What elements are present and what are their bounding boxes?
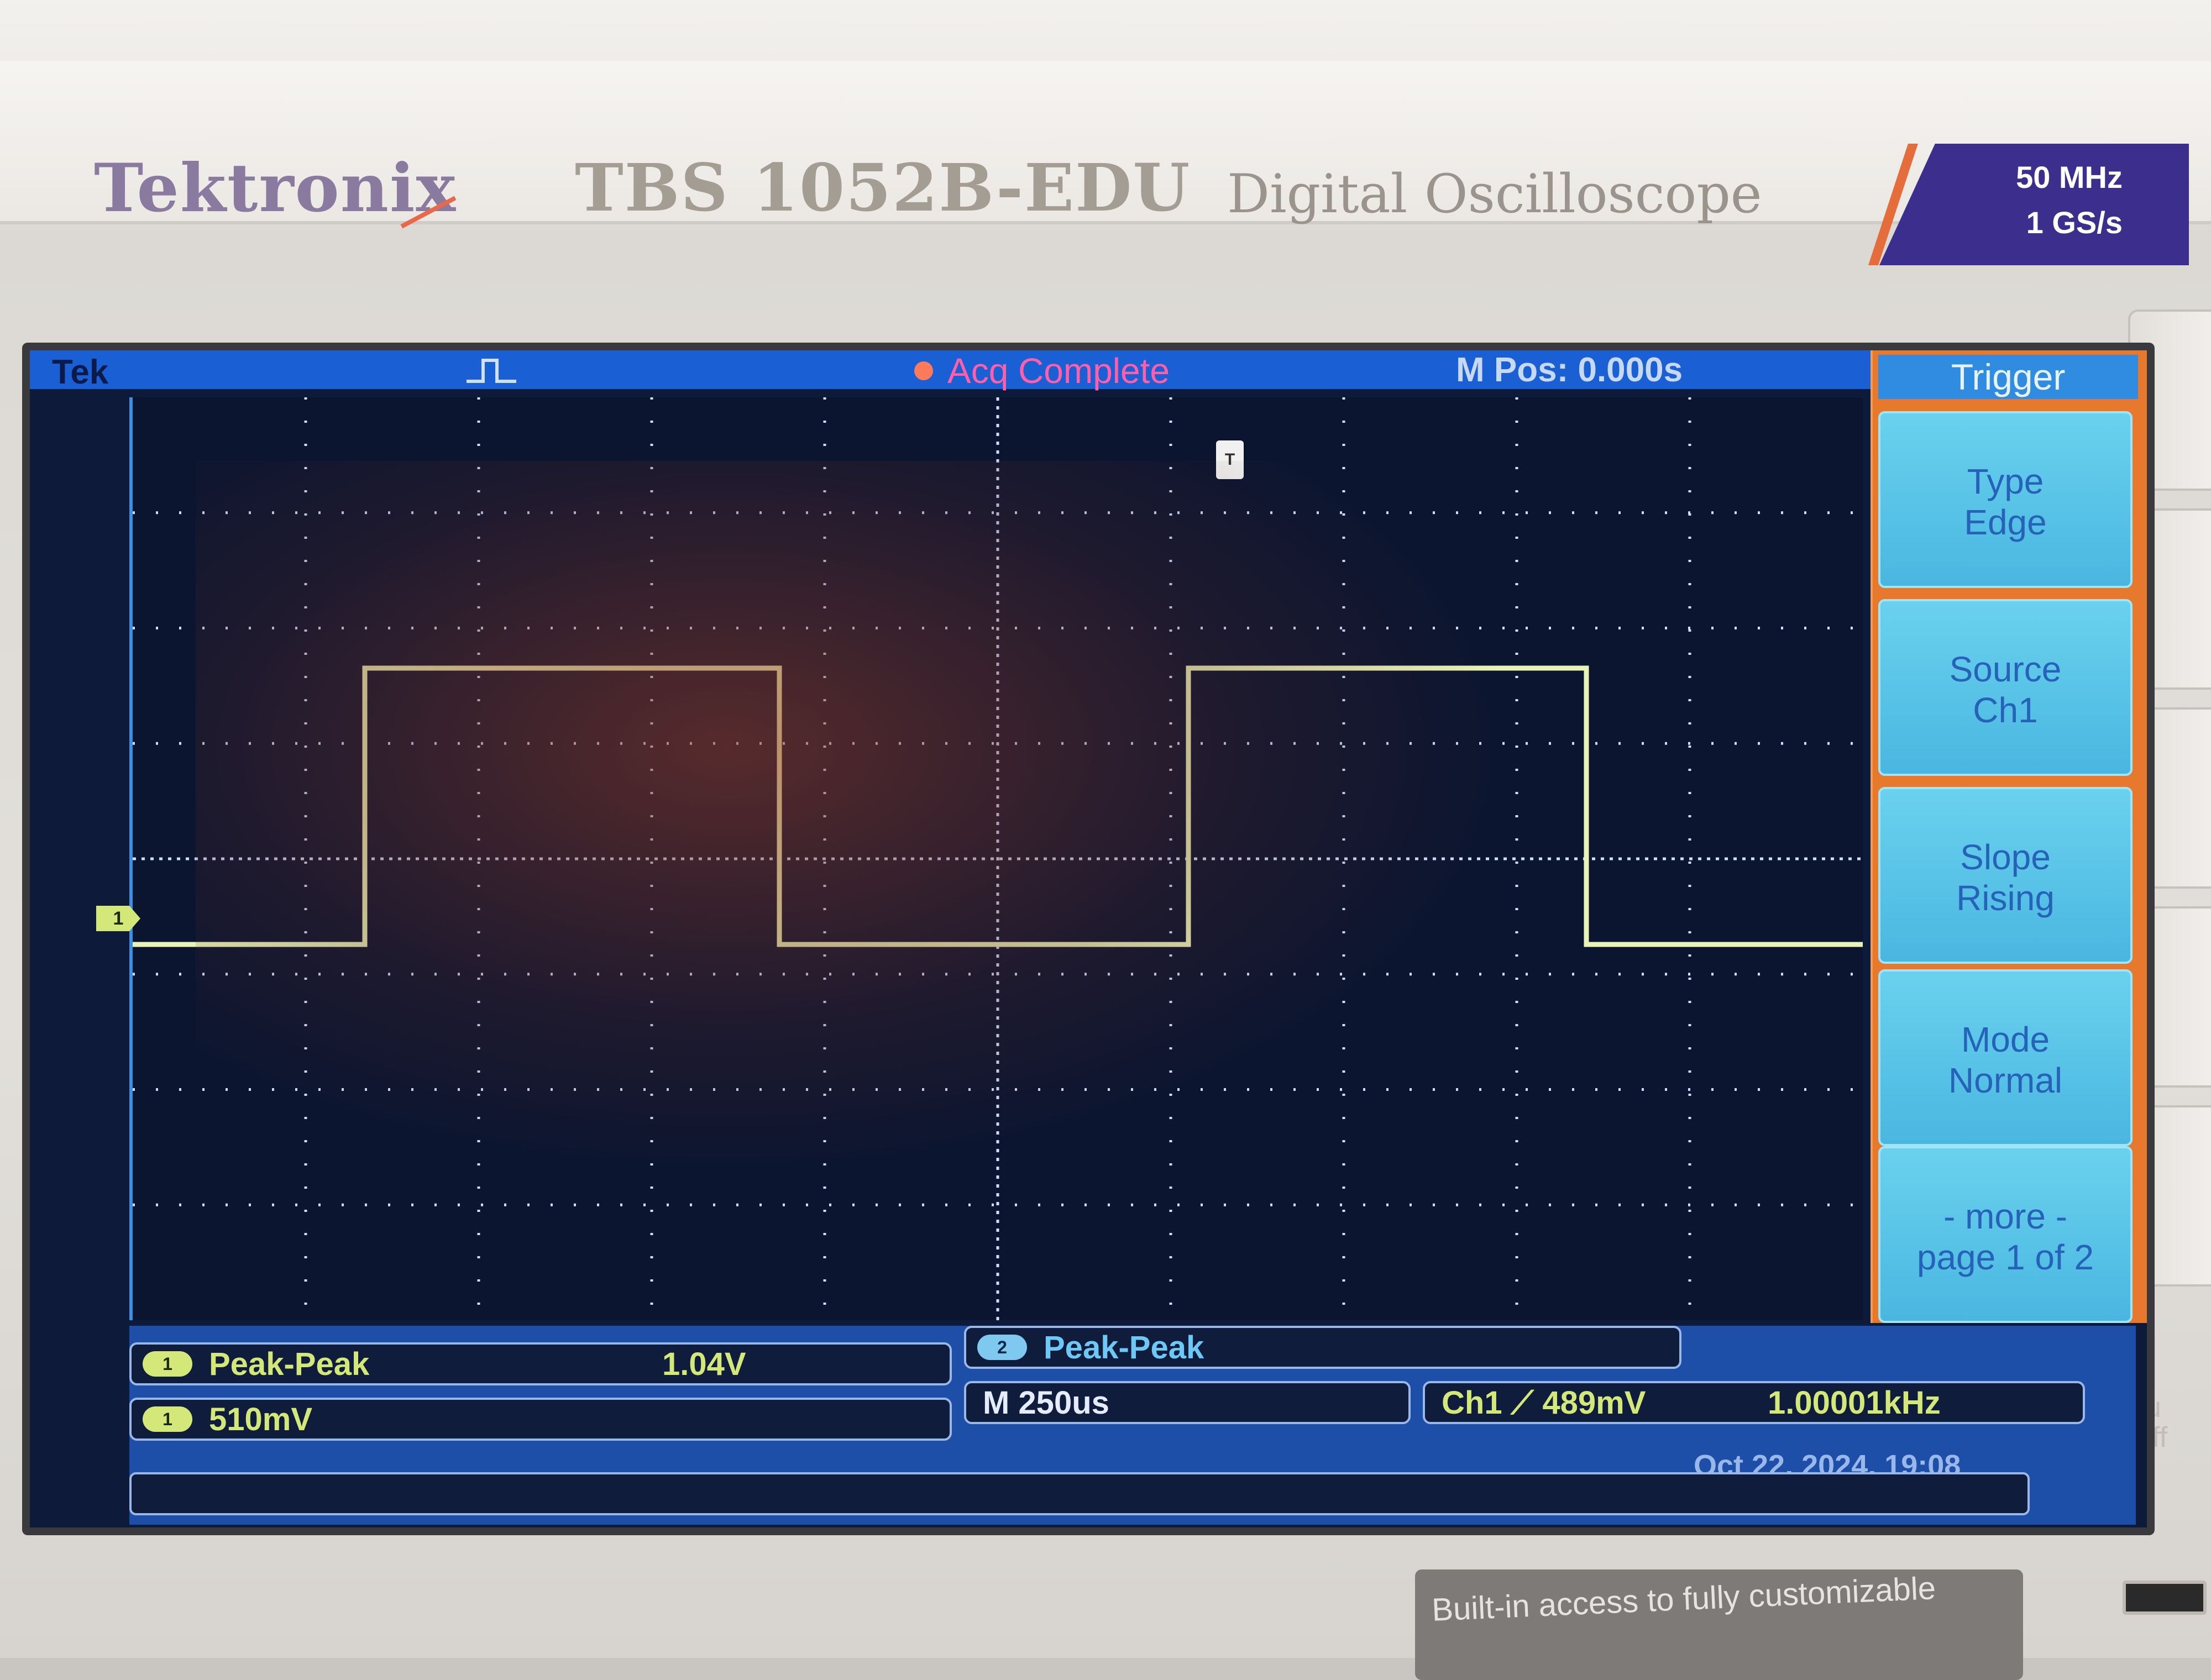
option-value: Edge xyxy=(1964,502,2047,542)
timebase-readout: M 250us xyxy=(964,1381,1411,1424)
trigger-type-option[interactable]: Type Edge xyxy=(1878,411,2133,588)
message-bar xyxy=(129,1472,2030,1515)
status-bar: Tek Acq Complete M Pos: 0.000s xyxy=(30,350,1871,391)
oscilloscope-bezel: Tektronix TBS 1052B-EDU Digital Oscillos… xyxy=(0,0,2211,1680)
option-label: Slope xyxy=(1960,837,2051,877)
option-value: Rising xyxy=(1956,878,2055,918)
measurement-1-value: 1.04V xyxy=(662,1346,746,1382)
ch1-scale-readout: 1 510mV xyxy=(129,1398,952,1441)
measurement-2-type: Peak-Peak xyxy=(1044,1330,1204,1366)
banner-text: Built-in access to fully customizable xyxy=(1431,1570,1937,1628)
tek-label: Tek xyxy=(52,353,109,391)
acquisition-indicator-icon xyxy=(914,361,933,380)
trigger-mode-option[interactable]: Mode Normal xyxy=(1878,969,2133,1146)
option-label: Mode xyxy=(1961,1020,2050,1059)
option-value: page 1 of 2 xyxy=(1916,1237,2094,1277)
spec-bandwidth: 50 MHz xyxy=(2016,160,2123,195)
product-type: Digital Oscilloscope xyxy=(1227,163,1762,225)
graticule-grid xyxy=(133,397,1863,1320)
measurement-1-type: Peak-Peak xyxy=(209,1346,370,1382)
trigger-menu-title: Trigger xyxy=(1878,355,2138,399)
brand-logo: Tektronix xyxy=(94,149,457,227)
option-label: - more - xyxy=(1943,1196,2067,1236)
measurement-readout: 1 Peak-Peak 1.04V 2 Peak-Peak ? 1 510mV … xyxy=(129,1326,2136,1525)
trigger-position-marker: T xyxy=(1216,440,1244,479)
option-value: Ch1 xyxy=(1973,690,2038,730)
marketing-banner: Built-in access to fully customizable xyxy=(1415,1569,2023,1680)
channel-badge: 2 xyxy=(977,1335,1027,1360)
ch1-volts-per-div: 510mV xyxy=(209,1401,313,1437)
trigger-source-option[interactable]: Source Ch1 xyxy=(1878,599,2133,776)
spec-badge: 50 MHz 1 GS/s xyxy=(1879,144,2189,265)
acquisition-status: Acq Complete xyxy=(947,351,1170,391)
graticule: T xyxy=(129,397,1863,1320)
front-panel-header: Tektronix TBS 1052B-EDU Digital Oscillos… xyxy=(0,61,2211,265)
option-value: Normal xyxy=(1948,1060,2063,1100)
timebase-value: M 250us xyxy=(983,1385,1109,1421)
option-label: Type xyxy=(1967,461,2044,501)
usb-port[interactable] xyxy=(2123,1581,2207,1615)
channel-badge: 1 xyxy=(143,1351,192,1377)
channel-badge: 1 xyxy=(143,1406,192,1432)
measurement-2[interactable]: 2 Peak-Peak ? xyxy=(964,1326,1681,1369)
measurement-1[interactable]: 1 Peak-Peak 1.04V xyxy=(129,1342,952,1385)
trigger-readout: Ch1 ⟋ 489mV 1.00001kHz xyxy=(1423,1381,2085,1424)
lcd-screen: Tek Acq Complete M Pos: 0.000s T 1 Trigg… xyxy=(22,343,2155,1535)
trigger-level: Ch1 ⟋ 489mV xyxy=(1442,1385,1646,1421)
option-label: Source xyxy=(1949,649,2062,689)
run-state-icon xyxy=(467,359,516,383)
trigger-slope-option[interactable]: Slope Rising xyxy=(1878,787,2133,964)
trigger-frequency: 1.00001kHz xyxy=(1768,1385,1941,1421)
spec-sample-rate: 1 GS/s xyxy=(2026,205,2123,240)
trigger-more-option[interactable]: - more - page 1 of 2 xyxy=(1878,1146,2133,1323)
horizontal-position: M Pos: 0.000s xyxy=(1456,351,1683,389)
model-name: TBS 1052B-EDU xyxy=(575,149,1191,226)
trigger-side-menu: Trigger Type Edge Source Ch1 Slope Risin… xyxy=(1871,350,2147,1323)
